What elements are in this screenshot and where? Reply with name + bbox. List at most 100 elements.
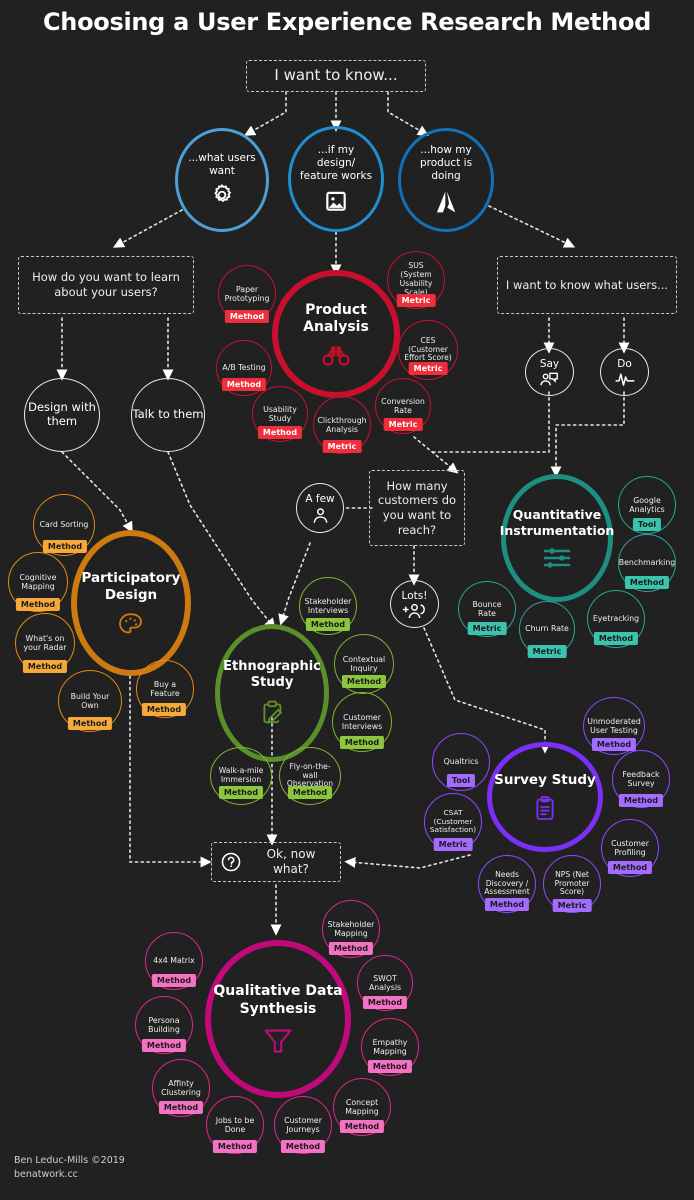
decision-start[interactable]: I want to know... <box>246 60 426 92</box>
circle-say[interactable]: Say <box>525 348 574 396</box>
satellite-label: Churn Rate <box>525 624 569 634</box>
image-icon <box>323 188 349 214</box>
circle-a-few[interactable]: A few <box>296 483 344 533</box>
analytics-icon <box>433 188 459 216</box>
page-title: Choosing a User Experience Research Meth… <box>42 8 652 36</box>
circle-lots[interactable]: Lots! <box>390 580 439 628</box>
satellite-label: Usability Study <box>263 404 297 423</box>
satellite-label: Persona Building <box>148 1015 180 1034</box>
satellite-label: Buy a Feature <box>150 679 180 698</box>
tag-method: Method <box>624 576 670 589</box>
tag-metric: Metric <box>433 838 473 851</box>
cluster-hub-participatory-design[interactable]: Participatory Design <box>71 530 191 676</box>
satellite-label: Jobs to be Done <box>215 1115 255 1134</box>
tag-method: Method <box>305 618 351 631</box>
decision-label: Ok, now what? <box>266 846 316 876</box>
decision-start-label: I want to know... <box>274 66 398 85</box>
tag-metric: Metric <box>396 294 436 307</box>
circle-label: Say <box>539 357 560 370</box>
decision-learn-about-users[interactable]: How do you want to learn about your user… <box>18 256 194 314</box>
decision-how-many-customers[interactable]: How many customers do you want to reach? <box>369 470 465 546</box>
satellite-label: SUS (System Usability Scale) <box>399 261 433 297</box>
tag-method: Method <box>591 738 637 751</box>
tag-metric: Metric <box>552 899 592 912</box>
tag-method: Method <box>362 996 408 1009</box>
binoculars-icon <box>321 345 351 367</box>
satellite-label: Google Analytics <box>629 495 665 514</box>
satellite-label: Customer Profiling <box>611 838 649 857</box>
tag-method: Method <box>224 310 270 323</box>
circle-do[interactable]: Do <box>600 348 649 396</box>
tag-method: Method <box>593 632 639 645</box>
satellite-label: Feedback Survey <box>622 769 660 788</box>
circle-talk-to-them[interactable]: Talk to them <box>131 378 205 452</box>
cluster-title: Ethnographic Study <box>223 658 321 690</box>
decision-label: I want to know what users... <box>505 277 669 292</box>
satellite-label: SWOT Analysis <box>368 973 402 992</box>
tag-metric: Metric <box>408 362 448 375</box>
cluster-title: Participatory Design <box>81 569 181 603</box>
tag-method: Method <box>221 378 267 391</box>
circle-label: A few <box>305 493 335 506</box>
satellite-label: Affinty Clustering <box>161 1078 201 1097</box>
satellite-label: Clickthrough Analysis <box>317 415 367 434</box>
decision-ok-now-what[interactable]: Ok, now what? <box>211 842 341 882</box>
decision-label: How do you want to learn about your user… <box>32 270 180 299</box>
cluster-hub-quantitative-instrumentation[interactable]: Quantitative Instrumentation <box>499 474 615 602</box>
cluster-hub-product-analysis[interactable]: Product Analysis <box>272 270 400 398</box>
satellite-label: NPS (Net Promoter Score) <box>554 869 590 897</box>
tag-metric: Metric <box>527 645 567 658</box>
funnel-icon <box>262 1027 294 1055</box>
satellite-label: Benchmarking <box>618 558 676 568</box>
decision-label: How many customers do you want to reach? <box>377 478 457 537</box>
branch-label: ...what users want <box>188 151 256 177</box>
satellite-label: Bounce Rate <box>472 599 502 618</box>
satellite-label: CSAT (Customer Satisfaction) <box>429 807 477 835</box>
footer-author: Ben Leduc-Mills ©2019 <box>14 1154 125 1166</box>
satellite-label: Stakeholder Interviews <box>304 596 352 615</box>
satellite-label: Eyetracking <box>592 614 640 624</box>
satellite-label: Conversion Rate <box>381 396 425 415</box>
tag-method: Method <box>158 1101 204 1114</box>
circle-label: Design with them <box>28 400 96 428</box>
tag-metric: Metric <box>467 622 507 635</box>
tag-method: Method <box>607 861 653 874</box>
tag-method: Method <box>484 898 530 911</box>
cluster-title: Survey Study <box>494 771 596 788</box>
branch-label: ...if my design/ feature works <box>299 144 373 182</box>
pulse-icon <box>614 371 636 387</box>
satellite-label: Card Sorting <box>39 520 89 530</box>
tag-method: Method <box>287 786 333 799</box>
branch-design-feature-works[interactable]: ...if my design/ feature works <box>288 126 384 232</box>
satellite-label: A/B Testing <box>222 363 266 373</box>
cluster-hub-qualitative-data-synthesis[interactable]: Qualitative Data Synthesis <box>205 940 351 1098</box>
satellite-label: CES (Customer Effort Score) <box>404 335 452 363</box>
tag-metric: Metric <box>322 440 362 453</box>
tag-method: Method <box>341 675 387 688</box>
clipboard-pencil-icon <box>259 699 285 727</box>
decision-know-what-users[interactable]: I want to know what users... <box>497 256 677 314</box>
tag-method: Method <box>218 786 264 799</box>
tag-method: Method <box>339 736 385 749</box>
tag-method: Method <box>141 703 187 716</box>
cluster-title: Quantitative Instrumentation <box>499 507 615 538</box>
tag-method: Method <box>42 540 88 553</box>
cluster-hub-survey-study[interactable]: Survey Study <box>487 742 603 852</box>
satellite-label: Paper Prototyping <box>224 284 270 303</box>
satellite-label: Empathy Mapping <box>372 1037 408 1056</box>
satellite-label: Needs Discovery / Assessment <box>484 869 530 897</box>
satellite-label: Customer Journeys <box>284 1115 322 1134</box>
circle-design-with-them[interactable]: Design with them <box>24 378 100 452</box>
satellite-label: Qualtrics <box>443 757 479 767</box>
branch-label: ...how my product is doing <box>419 144 473 182</box>
tag-method: Method <box>280 1140 326 1153</box>
branch-how-product-doing[interactable]: ...how my product is doing <box>398 128 494 232</box>
cluster-hub-ethnographic-study[interactable]: Ethnographic Study <box>215 624 329 762</box>
gear-icon <box>209 182 235 208</box>
tag-method: Method <box>67 717 113 730</box>
satellite-label: Unmoderated User Testing <box>587 716 641 735</box>
branch-what-users-want[interactable]: ...what users want <box>175 128 269 232</box>
circle-label: Do <box>617 357 632 370</box>
tag-metric: Metric <box>383 418 423 431</box>
cluster-title: Qualitative Data Synthesis <box>213 983 343 1017</box>
